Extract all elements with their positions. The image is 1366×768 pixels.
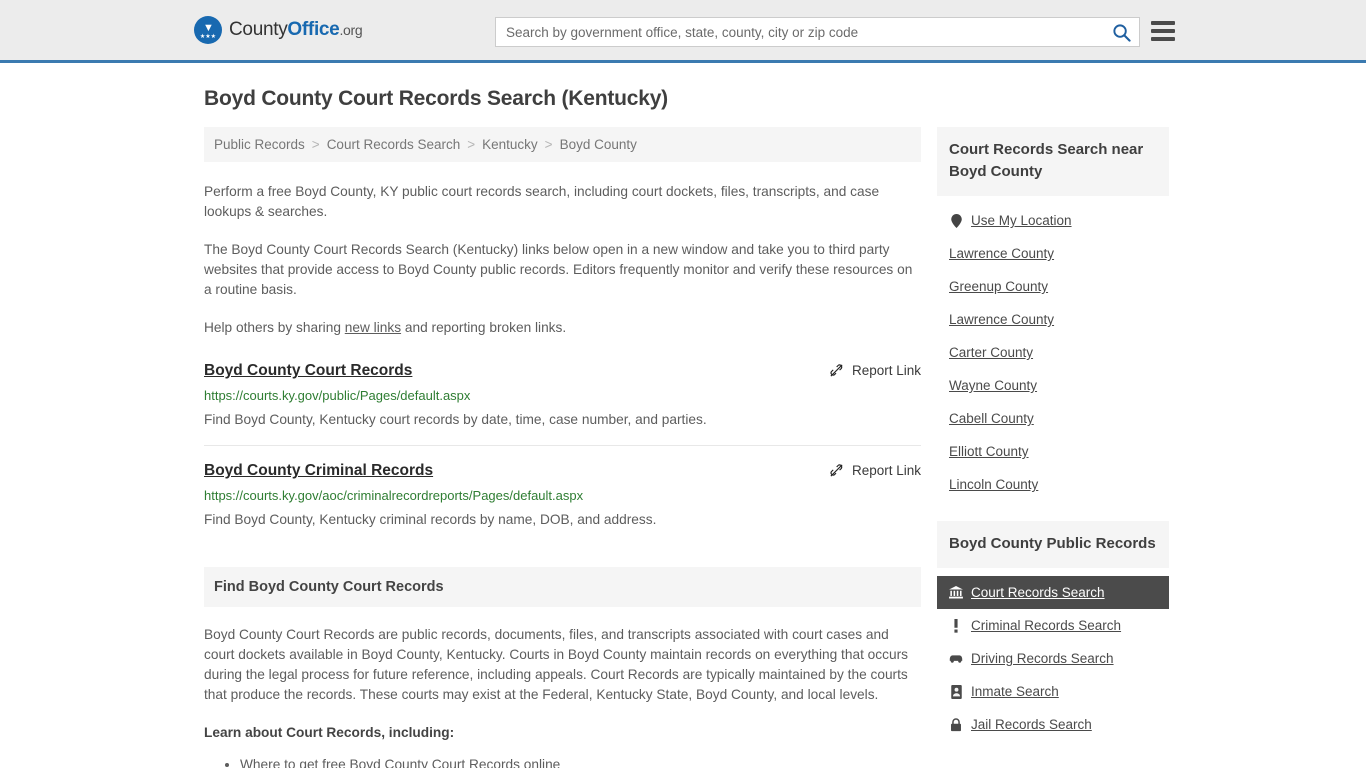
- report-link-label: Report Link: [851, 363, 921, 378]
- breadcrumb-separator: >: [544, 137, 553, 152]
- new-links-link[interactable]: new links: [345, 320, 401, 335]
- section-heading: Find Boyd County Court Records: [204, 567, 921, 607]
- sidebar-item-county[interactable]: Cabell County: [937, 402, 1169, 435]
- brand-part-office: Office: [287, 19, 340, 40]
- intro-paragraph-1: Perform a free Boyd County, KY public co…: [204, 184, 880, 219]
- intro-paragraph-3: Help others by sharing new links and rep…: [204, 318, 921, 338]
- lock-icon: [949, 717, 963, 732]
- map-pin-icon: [949, 213, 963, 228]
- section-body: Boyd County Court Records are public rec…: [204, 625, 921, 768]
- sidebar-item-county[interactable]: Wayne County: [937, 369, 1169, 402]
- result-header: Boyd County Criminal Records Report Link: [204, 462, 921, 480]
- hamburger-bar: [1151, 29, 1175, 33]
- search-icon: [1112, 23, 1131, 42]
- learn-heading: Learn about Court Records, including:: [204, 725, 455, 740]
- result-item: Boyd County Criminal Records Report Link…: [204, 462, 921, 545]
- hamburger-bar: [1151, 21, 1175, 25]
- result-description: Find Boyd County, Kentucky criminal reco…: [204, 512, 657, 527]
- site-header: ▼ ★★★ CountyOffice.org: [0, 0, 1366, 63]
- sidebar-link[interactable]: Inmate Search: [971, 684, 1059, 699]
- sidebar-item-use-my-location[interactable]: Use My Location: [937, 204, 1169, 237]
- result-url: https://courts.ky.gov/public/Pages/defau…: [204, 388, 471, 403]
- breadcrumb-item-0[interactable]: Public Records: [214, 137, 305, 152]
- sidebar-item-court-records-search[interactable]: Court Records Search: [937, 576, 1169, 609]
- result-description: Find Boyd County, Kentucky court records…: [204, 412, 707, 427]
- brand-part-org: .org: [339, 22, 363, 38]
- sidebar-item-county[interactable]: Carter County: [937, 336, 1169, 369]
- report-link-button[interactable]: Report Link: [829, 363, 921, 378]
- search-bar: [495, 17, 1140, 47]
- main-column: Public Records > Court Records Search > …: [204, 127, 921, 768]
- sidebar-item-county[interactable]: Elliott County: [937, 435, 1169, 468]
- list-item: Where to get free Boyd County Court Reco…: [240, 754, 921, 768]
- public-records-box: Boyd County Public Records Court Records…: [937, 521, 1169, 741]
- report-link-label: Report Link: [851, 463, 921, 478]
- sidebar-link[interactable]: Wayne County: [949, 378, 1037, 393]
- nearby-search-box: Court Records Search near Boyd County Us…: [937, 127, 1169, 501]
- sidebar-link[interactable]: Cabell County: [949, 411, 1034, 426]
- nearby-search-heading: Court Records Search near Boyd County: [937, 127, 1169, 196]
- result-list: Boyd County Court Records Report Link ht…: [204, 362, 921, 545]
- search-input[interactable]: [496, 24, 1103, 40]
- site-logo[interactable]: ▼ ★★★ CountyOffice.org: [194, 16, 363, 44]
- sidebar-link[interactable]: Lawrence County: [949, 246, 1054, 261]
- nearby-county-list: Use My Location Lawrence County Greenup …: [937, 196, 1169, 501]
- sidebar-link[interactable]: Use My Location: [971, 213, 1072, 228]
- id-card-icon: [949, 684, 963, 699]
- search-button[interactable]: [1103, 18, 1139, 46]
- sidebar-item-criminal-records-search[interactable]: Criminal Records Search: [937, 609, 1169, 642]
- sidebar-item-county[interactable]: Greenup County: [937, 270, 1169, 303]
- learn-bullet-list: Where to get free Boyd County Court Reco…: [204, 754, 921, 768]
- public-records-heading: Boyd County Public Records: [937, 521, 1169, 568]
- sidebar-link[interactable]: Court Records Search: [971, 585, 1105, 600]
- sidebar-link[interactable]: Lawrence County: [949, 312, 1054, 327]
- sidebar-link[interactable]: Elliott County: [949, 444, 1029, 459]
- sidebar-link[interactable]: Criminal Records Search: [971, 618, 1121, 633]
- brand-part-county: County: [229, 19, 288, 40]
- breadcrumb-separator: >: [467, 137, 476, 152]
- result-title-link[interactable]: Boyd County Court Records: [204, 362, 412, 380]
- sidebar-link[interactable]: Greenup County: [949, 279, 1048, 294]
- sidebar-item-county[interactable]: Lawrence County: [937, 237, 1169, 270]
- breadcrumb-item-1[interactable]: Court Records Search: [327, 137, 461, 152]
- find-records-section: Find Boyd County Court Records Boyd Coun…: [204, 567, 921, 768]
- intro-text: Perform a free Boyd County, KY public co…: [204, 182, 921, 338]
- content-columns: Public Records > Court Records Search > …: [204, 127, 1169, 768]
- sidebar-item-driving-records-search[interactable]: Driving Records Search: [937, 642, 1169, 675]
- intro-p3-after: and reporting broken links.: [401, 320, 567, 335]
- result-header: Boyd County Court Records Report Link: [204, 362, 921, 380]
- breadcrumb: Public Records > Court Records Search > …: [204, 127, 921, 162]
- intro-paragraph-2: The Boyd County Court Records Search (Ke…: [204, 242, 913, 297]
- intro-p3-before: Help others by sharing: [204, 320, 345, 335]
- report-link-button[interactable]: Report Link: [829, 463, 921, 478]
- sidebar-link[interactable]: Driving Records Search: [971, 651, 1114, 666]
- breadcrumb-item-2[interactable]: Kentucky: [482, 137, 538, 152]
- sidebar-link[interactable]: Carter County: [949, 345, 1033, 360]
- result-item: Boyd County Court Records Report Link ht…: [204, 362, 921, 446]
- sidebar-item-jail-records-search[interactable]: Jail Records Search: [937, 708, 1169, 741]
- hamburger-bar: [1151, 37, 1175, 41]
- breadcrumb-item-3[interactable]: Boyd County: [560, 137, 637, 152]
- page-container: Boyd County Court Records Search (Kentuc…: [0, 87, 1366, 768]
- countyoffice-logo-icon: ▼ ★★★: [194, 16, 222, 44]
- section-paragraph: Boyd County Court Records are public rec…: [204, 627, 908, 702]
- sidebar-item-county[interactable]: Lincoln County: [937, 468, 1169, 501]
- brand-text: CountyOffice.org: [229, 19, 363, 41]
- broken-link-icon: [830, 464, 843, 477]
- bank-icon: [949, 586, 963, 600]
- exclamation-icon: [949, 618, 963, 633]
- sidebar: Court Records Search near Boyd County Us…: [937, 127, 1169, 761]
- result-url: https://courts.ky.gov/aoc/criminalrecord…: [204, 488, 584, 503]
- car-icon: [949, 652, 963, 666]
- sidebar-item-county[interactable]: Lawrence County: [937, 303, 1169, 336]
- sidebar-link[interactable]: Lincoln County: [949, 477, 1038, 492]
- broken-link-icon: [830, 364, 843, 377]
- sidebar-link[interactable]: Jail Records Search: [971, 717, 1092, 732]
- public-records-list: Court Records Search Criminal Records Se…: [937, 568, 1169, 741]
- page-title: Boyd County Court Records Search (Kentuc…: [204, 87, 668, 110]
- result-title-link[interactable]: Boyd County Criminal Records: [204, 462, 433, 480]
- breadcrumb-separator: >: [311, 137, 320, 152]
- hamburger-menu-button[interactable]: [1151, 20, 1175, 42]
- sidebar-item-inmate-search[interactable]: Inmate Search: [937, 675, 1169, 708]
